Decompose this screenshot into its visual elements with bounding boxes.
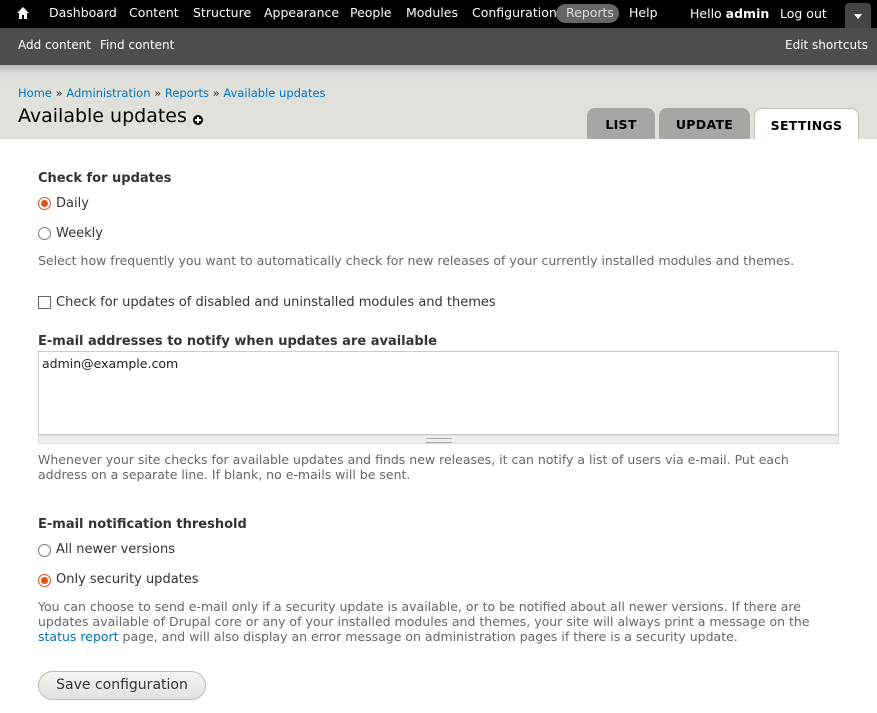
greeting-prefix: Hello [690,6,722,21]
threshold-description: You can choose to send e-mail only if a … [38,599,838,644]
radio-only-security-updates-label[interactable]: Only security updates [56,572,199,587]
check-for-updates-label: Check for updates [38,171,172,186]
save-configuration-button[interactable]: Save configuration [38,671,206,700]
menu-structure[interactable]: Structure [193,6,251,20]
breadcrumb-separator: » [55,86,63,100]
status-report-link[interactable]: status report [38,629,119,644]
add-shortcut-icon[interactable] [193,115,203,125]
menu-appearance[interactable]: Appearance [264,6,339,20]
user-greeting: Hello admin [690,6,769,21]
radio-all-newer-versions[interactable] [38,544,51,557]
check-disabled-label[interactable]: Check for updates of disabled and uninst… [56,295,496,310]
shortcut-find-content[interactable]: Find content [100,38,174,52]
page-title: Available updates [18,105,187,127]
breadcrumb-separator: » [154,86,162,100]
threshold-description-text-end: page, and will also display an error mes… [122,629,738,644]
chevron-down-icon [854,14,862,19]
email-addresses-textarea[interactable]: admin@example.com [38,351,839,435]
check-frequency-description: Select how frequently you want to automa… [38,253,795,268]
radio-daily[interactable] [38,197,51,210]
admin-toolbar: Dashboard Content Structure Appearance P… [0,0,877,28]
menu-modules[interactable]: Modules [406,6,458,20]
radio-weekly[interactable] [38,227,51,240]
breadcrumb-administration[interactable]: Administration [66,86,150,100]
radio-all-newer-versions-label[interactable]: All newer versions [56,542,175,557]
home-icon[interactable] [16,6,30,20]
breadcrumb-available-updates[interactable]: Available updates [223,86,325,100]
breadcrumb-reports[interactable]: Reports [165,86,209,100]
radio-daily-label[interactable]: Daily [56,196,89,211]
radio-weekly-label[interactable]: Weekly [56,226,103,241]
tab-settings[interactable]: SETTINGS [754,108,859,139]
breadcrumb-home[interactable]: Home [18,86,52,100]
check-disabled-checkbox[interactable] [38,296,51,309]
notification-threshold-label: E-mail notification threshold [38,517,247,532]
menu-reports[interactable]: Reports [566,6,614,20]
shortcut-add-content[interactable]: Add content [18,38,91,52]
radio-only-security-updates[interactable] [38,574,51,587]
tab-list[interactable]: LIST [587,108,655,139]
logout-link[interactable]: Log out [780,6,827,21]
tab-update[interactable]: UPDATE [659,108,750,139]
textarea-resize-handle[interactable] [38,435,839,444]
email-description: Whenever your site checks for available … [38,452,789,482]
shortcuts-toggle-button[interactable] [845,3,871,28]
menu-help[interactable]: Help [629,6,658,20]
threshold-description-text: You can choose to send e-mail only if a … [38,599,810,629]
username[interactable]: admin [726,6,770,21]
breadcrumb: Home » Administration » Reports » Availa… [18,86,326,100]
breadcrumb-separator: » [212,86,220,100]
menu-people[interactable]: People [350,6,392,20]
menu-content[interactable]: Content [129,6,179,20]
email-addresses-label: E-mail addresses to notify when updates … [38,334,437,349]
menu-dashboard[interactable]: Dashboard [49,6,117,20]
edit-shortcuts-link[interactable]: Edit shortcuts [785,38,868,52]
menu-configuration[interactable]: Configuration [472,6,557,20]
shortcuts-bar: Add content Find content Edit shortcuts [0,28,877,65]
